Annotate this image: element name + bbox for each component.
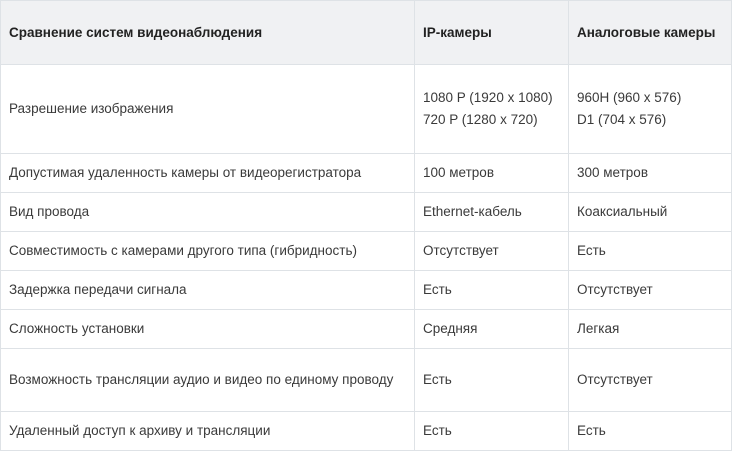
feature-cell: Допустимая удаленность камеры от видеоре… <box>0 153 415 193</box>
ip-cell: Есть <box>414 411 569 451</box>
analog-cell: Легкая <box>568 309 732 349</box>
header-ip-cameras: IP-камеры <box>414 0 569 65</box>
ip-cell: 100 метров <box>414 153 569 193</box>
ip-cell: 1080 P (1920 x 1080) 720 P (1280 x 720) <box>414 64 569 154</box>
analog-cell: Есть <box>568 231 732 271</box>
table-row: Удаленный доступ к архиву и трансляции Е… <box>0 411 732 451</box>
table-row: Допустимая удаленность камеры от видеоре… <box>0 153 732 193</box>
analog-resolution-2: D1 (704 x 576) <box>577 112 667 127</box>
feature-cell: Сложность установки <box>0 309 415 349</box>
header-feature: Сравнение систем видеонаблюдения <box>0 0 415 65</box>
feature-cell: Вид провода <box>0 192 415 232</box>
comparison-table: Сравнение систем видеонаблюдения IP-каме… <box>0 0 732 451</box>
analog-cell: Есть <box>568 411 732 451</box>
ip-cell: Ethernet-кабель <box>414 192 569 232</box>
table-row: Вид провода Ethernet-кабель Коаксиальный <box>0 192 732 232</box>
ip-resolution-1: 1080 P (1920 x 1080) <box>423 90 553 105</box>
analog-cell: 300 метров <box>568 153 732 193</box>
header-analog-cameras: Аналоговые камеры <box>568 0 732 65</box>
table-row: Совместимость с камерами другого типа (г… <box>0 231 732 271</box>
analog-cell: 960H (960 x 576) D1 (704 x 576) <box>568 64 732 154</box>
analog-cell: Отсутствует <box>568 348 732 412</box>
table-body: Разрешение изображения 1080 P (1920 x 10… <box>0 64 732 451</box>
ip-cell: Отсутствует <box>414 231 569 271</box>
feature-cell: Удаленный доступ к архиву и трансляции <box>0 411 415 451</box>
ip-cell: Средняя <box>414 309 569 349</box>
table-row: Разрешение изображения 1080 P (1920 x 10… <box>0 64 732 154</box>
table-row: Задержка передачи сигнала Есть Отсутству… <box>0 270 732 310</box>
analog-cell: Отсутствует <box>568 270 732 310</box>
ip-cell: Есть <box>414 348 569 412</box>
feature-cell: Разрешение изображения <box>0 64 415 154</box>
header-row: Сравнение систем видеонаблюдения IP-каме… <box>0 0 732 65</box>
table-row: Возможность трансляции аудио и видео по … <box>0 348 732 412</box>
feature-cell: Возможность трансляции аудио и видео по … <box>0 348 415 412</box>
analog-cell: Коаксиальный <box>568 192 732 232</box>
analog-resolution-1: 960H (960 x 576) <box>577 90 682 105</box>
feature-cell: Совместимость с камерами другого типа (г… <box>0 231 415 271</box>
ip-cell: Есть <box>414 270 569 310</box>
ip-resolution-2: 720 P (1280 x 720) <box>423 112 538 127</box>
feature-cell: Задержка передачи сигнала <box>0 270 415 310</box>
table-header: Сравнение систем видеонаблюдения IP-каме… <box>0 0 732 65</box>
table-row: Сложность установки Средняя Легкая <box>0 309 732 349</box>
